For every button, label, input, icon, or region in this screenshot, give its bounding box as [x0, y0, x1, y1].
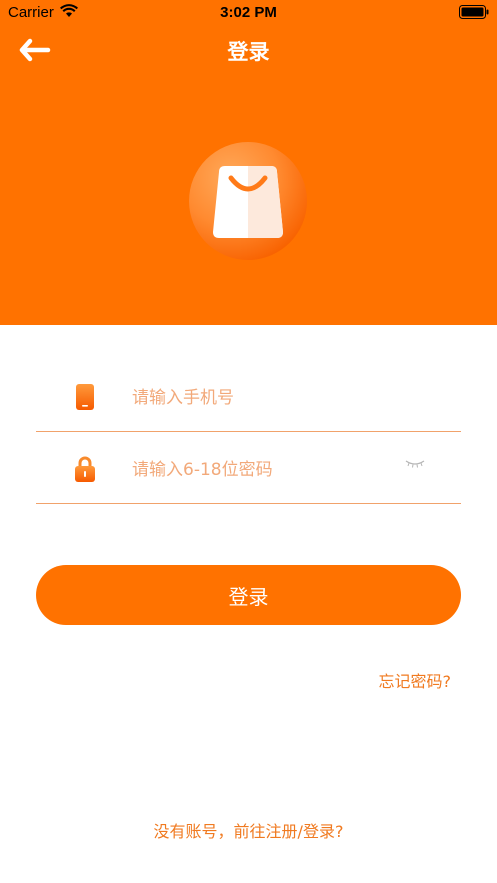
lock-icon: [75, 456, 95, 482]
page-title: 登录: [227, 40, 270, 64]
clock: 3:02 PM: [220, 4, 277, 21]
login-screen: Carrier 3:02 PM 登录 请输入手机号 登录 忘记密码? 没有账号，…: [0, 0, 497, 883]
header-banner: Carrier 3:02 PM 登录: [0, 0, 497, 325]
forgot-password-link[interactable]: 忘记密码?: [379, 668, 452, 692]
status-bar: Carrier 3:02 PM: [0, 0, 497, 26]
register-link[interactable]: 没有账号，前往注册/登录?: [0, 818, 497, 842]
phone-input[interactable]: [132, 380, 392, 416]
battery-icon: [459, 5, 489, 19]
phone-field: [36, 372, 461, 432]
login-button[interactable]: 登录: [36, 565, 461, 625]
password-field: [36, 444, 461, 504]
password-input[interactable]: [132, 452, 392, 488]
eye-closed-icon[interactable]: [405, 459, 425, 469]
phone-icon: [76, 384, 94, 410]
shopping-bag-icon: [189, 142, 307, 260]
